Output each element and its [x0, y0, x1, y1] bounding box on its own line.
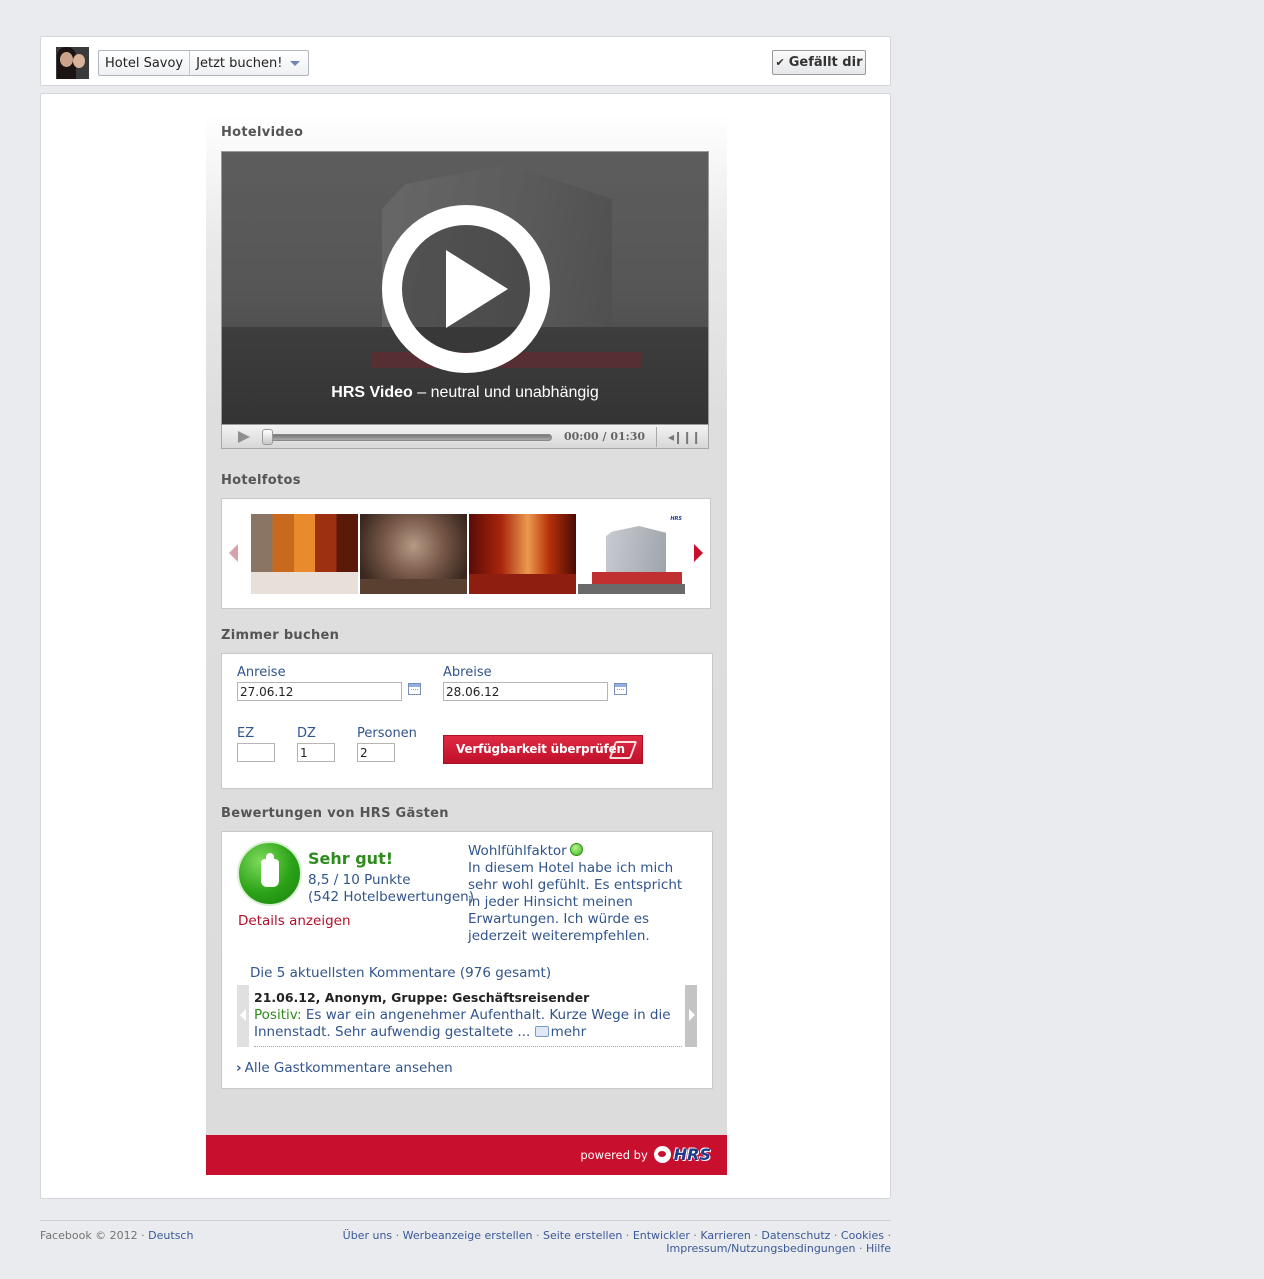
language-link[interactable]: Deutsch: [148, 1229, 193, 1242]
booking-section-title: Zimmer buchen: [221, 628, 340, 643]
page-header-bar: Hotel Savoy Jetzt buchen! ✔ Gefällt dir: [40, 36, 891, 86]
comment-item: 21.06.12, Anonym, Gruppe: Geschäftsreise…: [254, 985, 682, 1047]
arrival-label: Anreise: [237, 665, 286, 680]
comment-next-icon[interactable]: [685, 985, 697, 1047]
footer-link-developers[interactable]: Entwickler: [633, 1229, 690, 1242]
footer-copyright: Facebook © 2012 · Deutsch: [40, 1229, 194, 1242]
comment-text: Positiv: Es war ein angenehmer Aufenthal…: [254, 1007, 671, 1040]
hrs-logo-icon: [653, 1146, 671, 1163]
footer-link-careers[interactable]: Karrieren: [700, 1229, 750, 1242]
like-button[interactable]: ✔ Gefällt dir: [772, 50, 866, 75]
hotel-photo-thumbnail[interactable]: [251, 514, 358, 594]
more-link[interactable]: mehr: [551, 1024, 587, 1040]
comment-header: 21.06.12, Anonym, Gruppe: Geschäftsreise…: [254, 990, 590, 1005]
play-icon[interactable]: [382, 205, 550, 373]
volume-icon[interactable]: ◂❙❙❙: [668, 430, 701, 444]
footer-link-terms[interactable]: Impressum/Nutzungsbedingungen: [666, 1242, 855, 1255]
powered-by-hrs[interactable]: powered by HRS: [580, 1145, 711, 1164]
hotel-photo-thumbnail[interactable]: HRS: [578, 514, 685, 594]
check-icon: ✔: [775, 56, 785, 69]
carousel-next-icon[interactable]: [694, 544, 703, 562]
comment-prev-icon[interactable]: [237, 985, 249, 1047]
check-availability-button[interactable]: Verfügbarkeit überprüfen: [443, 735, 643, 764]
seek-bar[interactable]: [265, 434, 552, 441]
departure-label: Abreise: [443, 665, 492, 680]
wellbeing-text: In diesem Hotel habe ich mich sehr wohl …: [468, 860, 683, 944]
smiley-icon: [569, 843, 583, 856]
seek-handle[interactable]: [262, 429, 273, 445]
double-room-field[interactable]: [297, 743, 335, 762]
powered-by-bar: powered by HRS: [206, 1135, 727, 1175]
dz-label: DZ: [297, 726, 316, 741]
reviews-section-title: Bewertungen von HRS Gästen: [221, 806, 449, 821]
ez-label: EZ: [237, 726, 255, 741]
photo-carousel: HRS: [221, 498, 711, 609]
video-time: 00:00 / 01:30: [564, 430, 646, 443]
details-link[interactable]: Details anzeigen: [238, 913, 351, 929]
hotel-photo-thumbnail[interactable]: [360, 514, 467, 594]
video-section-title: Hotelvideo: [221, 125, 304, 140]
footer-link-create-page[interactable]: Seite erstellen: [543, 1229, 622, 1242]
reviews-panel: Sehr gut! 8,5 / 10 Punkte (542 Hotelbewe…: [221, 831, 713, 1089]
comment-bubble-icon: [534, 1026, 549, 1037]
calendar-icon[interactable]: [614, 683, 627, 695]
comments-heading: Die 5 aktuellsten Kommentare (976 gesamt…: [250, 965, 552, 981]
wellbeing-title: Wohlfühlfaktor: [468, 843, 583, 859]
footer-link-privacy[interactable]: Datenschutz: [761, 1229, 830, 1242]
calendar-icon[interactable]: [408, 683, 421, 695]
page-avatar[interactable]: [56, 47, 89, 79]
like-label: Gefällt dir: [788, 55, 863, 70]
play-button-small[interactable]: [238, 431, 250, 443]
persons-field[interactable]: [357, 743, 395, 762]
booking-form: Anreise Abreise EZ DZ Personen Verfügbar…: [221, 653, 713, 789]
footer-link-cookies[interactable]: Cookies: [841, 1229, 884, 1242]
persons-label: Personen: [357, 726, 417, 741]
single-room-field[interactable]: [237, 743, 275, 762]
carousel-prev-icon[interactable]: [229, 544, 238, 562]
photos-section-title: Hotelfotos: [221, 473, 301, 488]
chevron-right-icon: ›: [236, 1060, 242, 1076]
video-caption: HRS Video – neutral und unabhängig: [331, 384, 599, 401]
dropdown-arrow-icon[interactable]: [290, 60, 301, 66]
comment-slider: 21.06.12, Anonym, Gruppe: Geschäftsreise…: [237, 985, 697, 1048]
thumbs-up-icon: [237, 841, 302, 906]
arrival-date-field[interactable]: [237, 682, 402, 701]
rating-word: Sehr gut!: [308, 849, 394, 868]
bed-icon: [608, 741, 638, 759]
video-controls: 00:00 / 01:30 ◂❙❙❙: [221, 425, 709, 449]
all-comments-link[interactable]: › Alle Gastkommentare ansehen: [236, 1060, 453, 1076]
footer-link-ads[interactable]: Werbeanzeige erstellen: [403, 1229, 533, 1242]
page-name-link[interactable]: Hotel Savoy: [99, 56, 189, 71]
page-breadcrumb: Hotel Savoy Jetzt buchen!: [98, 50, 310, 76]
hotel-photo-thumbnail[interactable]: [469, 514, 576, 594]
footer-links: Über uns · Werbeanzeige erstellen · Seit…: [342, 1229, 891, 1255]
footer-link-about[interactable]: Über uns: [343, 1229, 393, 1242]
footer-link-help[interactable]: Hilfe: [866, 1242, 891, 1255]
app-canvas: Hotelvideo HRS Video – neutral und unabh…: [40, 93, 891, 1199]
rating-score: 8,5 / 10 Punkte (542 Hotelbewertungen): [308, 872, 474, 905]
departure-date-field[interactable]: [443, 682, 608, 701]
hrs-booking-app: Hotelvideo HRS Video – neutral und unabh…: [206, 114, 727, 1175]
tab-selector[interactable]: Jetzt buchen!: [190, 56, 288, 71]
video-player[interactable]: HRS Video – neutral und unabhängig: [221, 151, 709, 425]
